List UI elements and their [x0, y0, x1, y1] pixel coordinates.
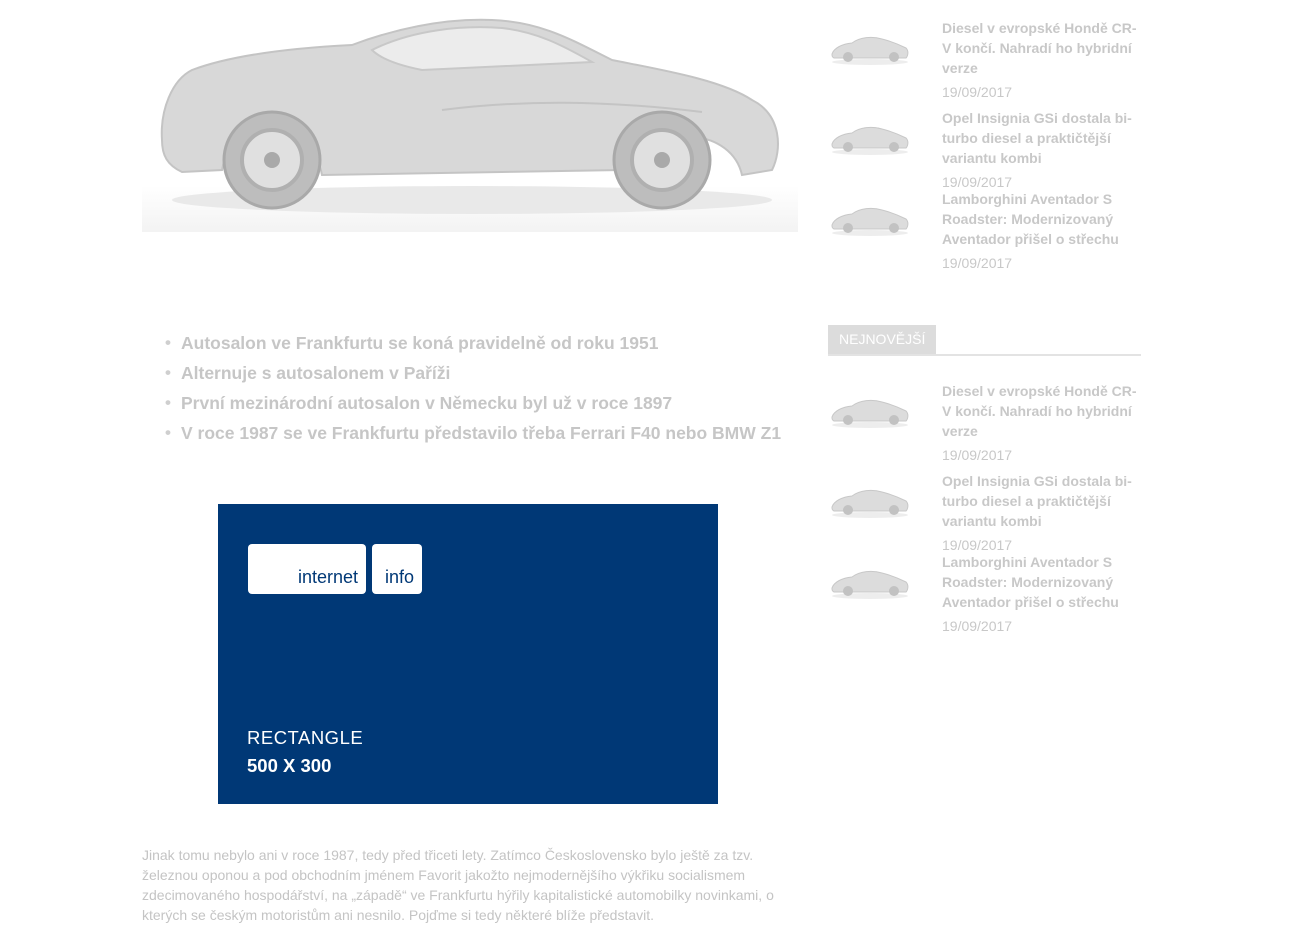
- ad-logo-info: info: [372, 544, 422, 594]
- ad-rectangle[interactable]: internet info RECTANGLE 500 X 300: [218, 504, 718, 804]
- sidebar-article-date: 19/09/2017: [942, 84, 1013, 100]
- bullet-icon: •: [165, 363, 171, 382]
- list-item: • Alternuje s autosalonem v Paříži: [165, 363, 451, 383]
- sidebar-article-title[interactable]: Diesel v evropské Hondě CR-V končí. Nahr…: [942, 381, 1142, 441]
- article-hero-image: [142, 0, 798, 232]
- ad-label: RECTANGLE: [247, 727, 364, 748]
- sidebar-article-title[interactable]: Opel Insignia GSi dostala bi-turbo diese…: [942, 108, 1142, 168]
- car-hero-image: [160, 18, 779, 214]
- section-tab-newest[interactable]: NEJNOVĚJŠÍ: [828, 325, 937, 354]
- sidebar-article[interactable]: Opel Insignia GSi dostala bi-turbo diese…: [828, 471, 1142, 561]
- sidebar-related-list: Diesel v evropské Hondě CR-V končí. Nahr…: [828, 18, 1142, 288]
- car-thumbnail-icon[interactable]: [828, 393, 912, 429]
- bullet-icon: •: [165, 333, 171, 352]
- bullet-icon: •: [165, 393, 171, 412]
- car-thumbnail-icon[interactable]: [828, 564, 912, 600]
- article-paragraph: Jinak tomu nebylo ani v roce 1987, tedy …: [142, 847, 774, 923]
- sidebar-article-title[interactable]: Lamborghini Aventador S Roadster: Modern…: [942, 189, 1142, 249]
- car-thumbnail-icon[interactable]: [828, 120, 912, 156]
- sidebar-article[interactable]: Lamborghini Aventador S Roadster: Modern…: [828, 191, 1142, 288]
- ad-size: 500 X 300: [247, 755, 332, 776]
- sidebar-section-header: NEJNOVĚJŠÍ: [828, 325, 1141, 356]
- sidebar-article-title[interactable]: Lamborghini Aventador S Roadster: Modern…: [942, 552, 1142, 612]
- list-item: • Autosalon ve Frankfurtu se koná pravide…: [165, 333, 659, 353]
- sidebar-newest-list: Diesel v evropské Hondě CR-V končí. Nahr…: [828, 381, 1142, 651]
- list-item: • První mezinárodní autosalon v Německu b…: [165, 393, 673, 413]
- sidebar-article-title[interactable]: Diesel v evropské Hondě CR-V končí. Nahr…: [942, 18, 1142, 78]
- article-highlights-list: • Autosalon ve Frankfurtu se koná pravide…: [165, 333, 785, 453]
- sidebar-article[interactable]: Opel Insignia GSi dostala bi-turbo diese…: [828, 108, 1142, 198]
- sidebar-article[interactable]: Diesel v evropské Hondě CR-V končí. Nahr…: [828, 381, 1142, 471]
- sidebar-article[interactable]: Lamborghini Aventador S Roadster: Modern…: [828, 554, 1142, 651]
- car-thumbnail-icon[interactable]: [828, 483, 912, 519]
- sidebar-article-date: 19/09/2017: [942, 618, 1013, 634]
- ad-logo-internet: internet: [248, 544, 366, 594]
- bullet-icon: •: [165, 423, 171, 442]
- car-thumbnail-icon[interactable]: [828, 201, 912, 237]
- car-thumbnail-icon[interactable]: [828, 30, 912, 66]
- sidebar-article-title[interactable]: Opel Insignia GSi dostala bi-turbo diese…: [942, 471, 1142, 531]
- list-item: • V roce 1987 se ve Frankfurtu představil…: [165, 423, 782, 443]
- sidebar-article-date: 19/09/2017: [942, 255, 1013, 271]
- sidebar-article[interactable]: Diesel v evropské Hondě CR-V končí. Nahr…: [828, 18, 1142, 108]
- sidebar-article-date: 19/09/2017: [942, 447, 1013, 463]
